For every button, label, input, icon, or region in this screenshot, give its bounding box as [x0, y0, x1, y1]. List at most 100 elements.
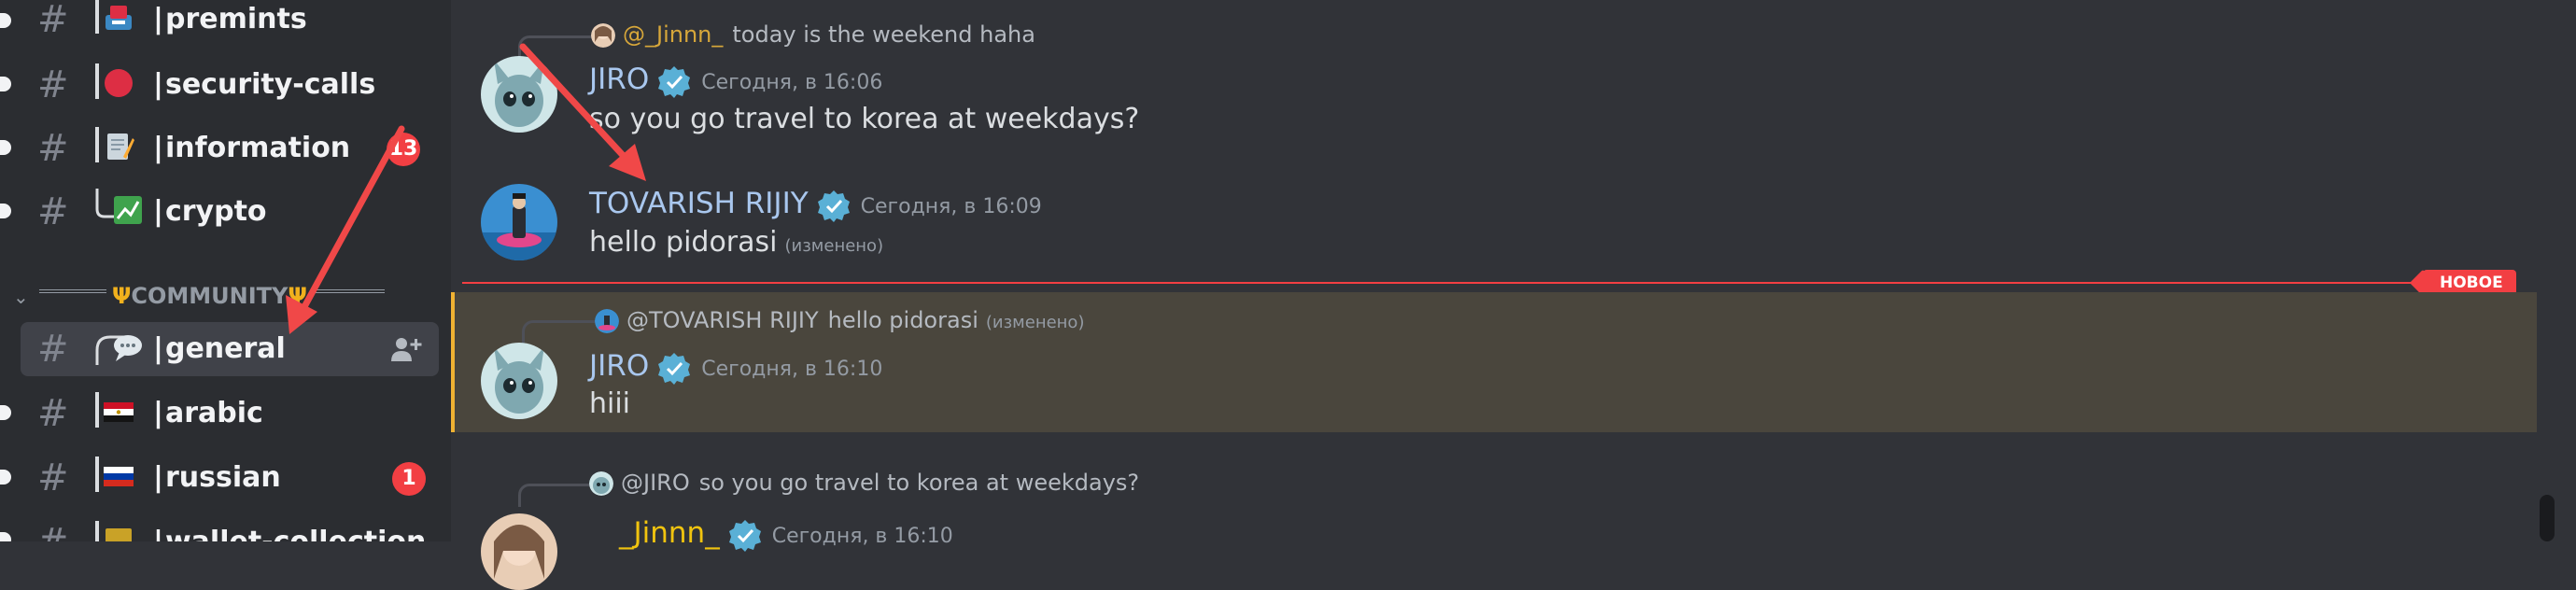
- trident-icon: Ψ: [112, 283, 132, 309]
- divider-bar: [95, 0, 99, 34]
- channel-item-premints[interactable]: # |premints: [21, 0, 439, 47]
- author-name[interactable]: TOVARISH RIJIY: [589, 187, 809, 220]
- reply-spine: [518, 35, 596, 59]
- unread-indicator: [0, 405, 11, 420]
- new-messages-divider: [462, 282, 2498, 284]
- channel-name: |russian: [153, 461, 281, 494]
- avatar[interactable]: [481, 184, 557, 260]
- reply-spine: [518, 484, 596, 507]
- divider-bar: [95, 457, 99, 492]
- reply-text: so you go travel to korea at weekdays?: [698, 470, 1140, 496]
- add-member-icon[interactable]: [390, 335, 422, 363]
- channel-name: |crypto: [153, 195, 267, 228]
- red-circle-emoji-icon: [105, 69, 133, 97]
- channel-item-arabic[interactable]: # |arabic: [21, 386, 439, 441]
- chart-emoji-icon: [114, 196, 142, 224]
- category-community[interactable]: ⌄ ΨCOMMUNITYΨ: [13, 280, 443, 314]
- avatar[interactable]: [481, 343, 557, 419]
- hash-icon: #: [37, 457, 69, 499]
- avatar[interactable]: [481, 513, 557, 590]
- channel-name: |arabic: [153, 397, 263, 429]
- hash-icon: #: [37, 328, 69, 371]
- memo-emoji-icon: [107, 133, 134, 160]
- message-content: hello pidorasi (изменено): [589, 226, 884, 259]
- channel-item-wallet-collection[interactable]: # |wallet-collection: [21, 515, 439, 541]
- speech-bubble-emoji-icon: [114, 335, 142, 361]
- channel-name: |security-calls: [153, 68, 376, 101]
- avatar: [595, 309, 619, 333]
- reply-spine: [522, 320, 599, 344]
- scrollbar-thumb[interactable]: [2540, 495, 2555, 541]
- message-header: TOVARISH RIJIY Сегодня, в 16:09: [589, 184, 1042, 223]
- channel-name: |premints: [153, 3, 307, 35]
- channel-item-security-calls[interactable]: # |security-calls: [21, 58, 439, 112]
- reply-preview[interactable]: @TOVARISH RIJIY hello pidorasi (изменено): [595, 306, 1084, 334]
- trident-icon: Ψ: [288, 283, 307, 309]
- verified-badge-icon: [658, 65, 691, 98]
- channel-item-information[interactable]: # |information: [21, 121, 439, 176]
- verified-badge-icon: [817, 190, 850, 222]
- chevron-down-icon: ⌄: [13, 286, 29, 308]
- category-label: ΨCOMMUNITYΨ: [106, 280, 313, 312]
- unread-indicator: [0, 532, 11, 541]
- message-content: hiii: [589, 387, 631, 420]
- channel-sidebar: # |premints # |security-calls # |informa…: [0, 0, 451, 541]
- channel-item-crypto[interactable]: # |crypto: [21, 185, 439, 239]
- divider-bar: [95, 63, 99, 99]
- message-header: JIRO Сегодня, в 16:06: [589, 60, 882, 99]
- inbox-tray-emoji-icon: [106, 6, 132, 30]
- reply-author[interactable]: @_Jinnn_: [623, 21, 723, 48]
- divider-bar: [95, 127, 99, 162]
- channel-item-general[interactable]: # |general: [21, 322, 439, 376]
- avatar: [591, 23, 615, 48]
- reply-preview[interactable]: @JIRO so you go travel to korea at weekda…: [589, 469, 1139, 497]
- message-header: JIRO Сегодня, в 16:10: [589, 346, 882, 386]
- unread-indicator: [0, 13, 11, 28]
- message-list: @_Jinnn_ today is the weekend haha JIRO Се…: [451, 0, 2576, 590]
- edited-label: (изменено): [985, 313, 1085, 332]
- reply-author[interactable]: @TOVARISH RIJIY: [626, 307, 819, 333]
- reply-text: hello pidorasi: [827, 307, 978, 333]
- timestamp: Сегодня, в 16:09: [860, 195, 1042, 218]
- message-item-mentioned[interactable]: @TOVARISH RIJIY hello pidorasi (изменено) …: [451, 292, 2537, 432]
- hash-icon: #: [37, 0, 69, 41]
- mention-count-badge: 13: [387, 133, 420, 166]
- reply-author[interactable]: @JIRO: [621, 470, 690, 496]
- message-item[interactable]: @JIRO so you go travel to korea at weekda…: [451, 457, 2533, 590]
- message-header: _Jinnn_ Сегодня, в 16:10: [619, 513, 953, 553]
- avatar: [589, 471, 613, 496]
- divider-bar: [95, 521, 99, 541]
- avatar[interactable]: [481, 56, 557, 133]
- unread-indicator: [0, 77, 11, 91]
- hash-icon: #: [37, 524, 69, 541]
- author-name[interactable]: JIRO: [589, 63, 649, 96]
- author-name[interactable]: _Jinnn_: [619, 516, 720, 550]
- unread-indicator: [0, 140, 11, 155]
- message-item[interactable]: TOVARISH RIJIY Сегодня, в 16:09 hello pid…: [451, 173, 2533, 271]
- unread-indicator: [0, 470, 11, 485]
- verified-badge-icon: [658, 352, 691, 385]
- verified-badge-icon: [728, 519, 761, 552]
- flag-egypt-emoji-icon: [104, 402, 134, 422]
- author-name[interactable]: JIRO: [589, 349, 649, 383]
- timestamp: Сегодня, в 16:06: [701, 71, 883, 94]
- ledger-emoji-icon: [106, 528, 132, 541]
- timestamp: Сегодня, в 16:10: [771, 525, 953, 548]
- mention-count-badge: 1: [392, 462, 426, 496]
- hash-icon: #: [37, 392, 69, 435]
- message-item[interactable]: @_Jinnn_ today is the weekend haha JIRO Се…: [451, 0, 2533, 149]
- reply-preview[interactable]: @_Jinnn_ today is the weekend haha: [591, 21, 1035, 49]
- hash-icon: #: [37, 63, 69, 106]
- timestamp: Сегодня, в 16:10: [701, 358, 883, 381]
- edited-label: (изменено): [784, 236, 884, 256]
- hash-icon: #: [37, 127, 69, 170]
- channel-name: |information: [153, 132, 351, 164]
- flag-russia-emoji-icon: [104, 467, 134, 486]
- hash-icon: #: [37, 190, 69, 233]
- reply-text: today is the weekend haha: [732, 21, 1035, 48]
- unread-indicator: [0, 204, 11, 218]
- channel-name: |general: [153, 332, 286, 365]
- divider-bar: [95, 392, 99, 428]
- message-content: so you go travel to korea at weekdays?: [589, 103, 1140, 135]
- channel-item-russian[interactable]: # |russian: [21, 451, 439, 505]
